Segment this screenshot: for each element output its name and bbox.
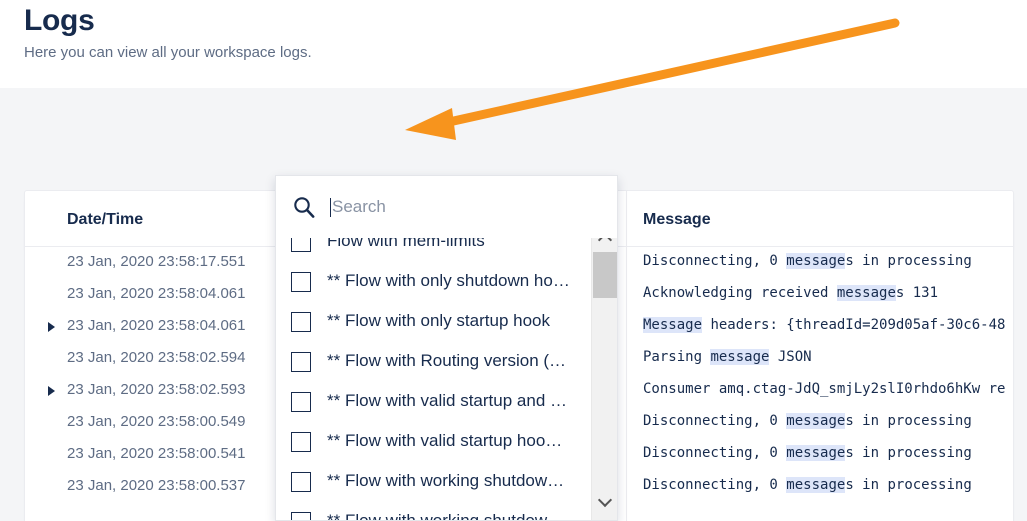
- cell-message: Disconnecting, 0 messages in processing: [643, 477, 972, 493]
- cell-message: Parsing message JSON: [643, 349, 812, 365]
- search-term-highlight: message: [786, 445, 846, 461]
- checkbox-icon[interactable]: [291, 272, 311, 292]
- cell-datetime: 23 Jan, 2020 23:58:02.593: [67, 381, 246, 398]
- expand-row-icon[interactable]: [48, 322, 55, 332]
- flow-name-option-label: ** Flow with working shutdow…: [327, 511, 565, 521]
- cell-datetime: 23 Jan, 2020 23:58:04.061: [67, 317, 246, 334]
- dropdown-search-input[interactable]: Search: [276, 176, 617, 238]
- flow-name-dropdown: Flow with mem-limits ** Flow with only sh…: [275, 175, 618, 521]
- cell-message: Disconnecting, 0 messages in processing: [643, 253, 972, 269]
- dropdown-scrollbar[interactable]: [591, 222, 617, 520]
- search-term-highlight: message: [836, 285, 896, 301]
- checkbox-icon[interactable]: [291, 392, 311, 412]
- column-header-message[interactable]: Message: [643, 211, 711, 229]
- chevron-down-icon[interactable]: [592, 490, 617, 514]
- checkbox-icon[interactable]: [291, 352, 311, 372]
- cell-datetime: 23 Jan, 2020 23:58:00.549: [67, 413, 246, 430]
- cell-datetime: 23 Jan, 2020 23:58:17.551: [67, 253, 246, 270]
- page-header: Logs Here you can view all your workspac…: [0, 0, 1027, 88]
- flow-name-option-label: ** Flow with only startup hook: [327, 311, 550, 330]
- flow-name-option-label: ** Flow with only shutdown ho…: [327, 271, 570, 290]
- flow-name-option[interactable]: ** Flow with working shutdow…: [276, 502, 617, 521]
- column-header-datetime[interactable]: Date/Time: [67, 211, 143, 229]
- page-subtitle: Here you can view all your workspace log…: [24, 44, 312, 61]
- flow-name-option[interactable]: ** Flow with only shutdown ho…: [276, 262, 617, 302]
- search-icon: [293, 196, 315, 218]
- flow-name-option[interactable]: ** Flow with valid startup and …: [276, 382, 617, 422]
- cell-message: Disconnecting, 0 messages in processing: [643, 413, 972, 429]
- search-term-highlight: message: [786, 477, 846, 493]
- flow-name-option-list[interactable]: Flow with mem-limits ** Flow with only sh…: [276, 222, 617, 521]
- scrollbar-thumb[interactable]: [593, 252, 617, 298]
- cell-message: Message headers: {threadId=209d05af-30c6…: [643, 317, 1006, 333]
- cell-datetime: 23 Jan, 2020 23:58:00.541: [67, 445, 246, 462]
- cell-datetime: 23 Jan, 2020 23:58:00.537: [67, 477, 246, 494]
- cell-datetime: 23 Jan, 2020 23:58:02.594: [67, 349, 246, 366]
- flow-name-option-label: ** Flow with valid startup and …: [327, 391, 567, 410]
- flow-name-option-label: ** Flow with valid startup hoo…: [327, 431, 563, 450]
- flow-name-option[interactable]: ** Flow with only startup hook: [276, 302, 617, 342]
- flow-name-option[interactable]: ** Flow with valid startup hoo…: [276, 422, 617, 462]
- search-term-highlight: message: [786, 253, 846, 269]
- flow-name-option-label: ** Flow with working shutdow…: [327, 471, 565, 490]
- checkbox-icon[interactable]: [291, 312, 311, 332]
- cell-message: Disconnecting, 0 messages in processing: [643, 445, 972, 461]
- flow-name-option[interactable]: ** Flow with working shutdow…: [276, 462, 617, 502]
- page-title: Logs: [24, 4, 95, 37]
- cell-message: Acknowledging received messages 131: [643, 285, 939, 301]
- dropdown-search-placeholder: Search: [332, 197, 386, 216]
- search-term-highlight: message: [786, 413, 846, 429]
- cell-message: Consumer amq.ctag-JdQ_smjLy2slI0rhdo6hKw…: [643, 381, 1006, 397]
- text-cursor: [330, 197, 331, 217]
- search-term-highlight: Message: [643, 317, 703, 333]
- flow-name-option-label: ** Flow with Routing version (…: [327, 351, 567, 370]
- expand-row-icon[interactable]: [48, 386, 55, 396]
- logs-page: Logs Here you can view all your workspac…: [0, 0, 1027, 521]
- checkbox-icon[interactable]: [291, 432, 311, 452]
- cell-datetime: 23 Jan, 2020 23:58:04.061: [67, 285, 246, 302]
- flow-name-option[interactable]: ** Flow with Routing version (…: [276, 342, 617, 382]
- search-term-highlight: message: [710, 349, 770, 365]
- checkbox-icon[interactable]: [291, 472, 311, 492]
- checkbox-icon[interactable]: [291, 512, 311, 520]
